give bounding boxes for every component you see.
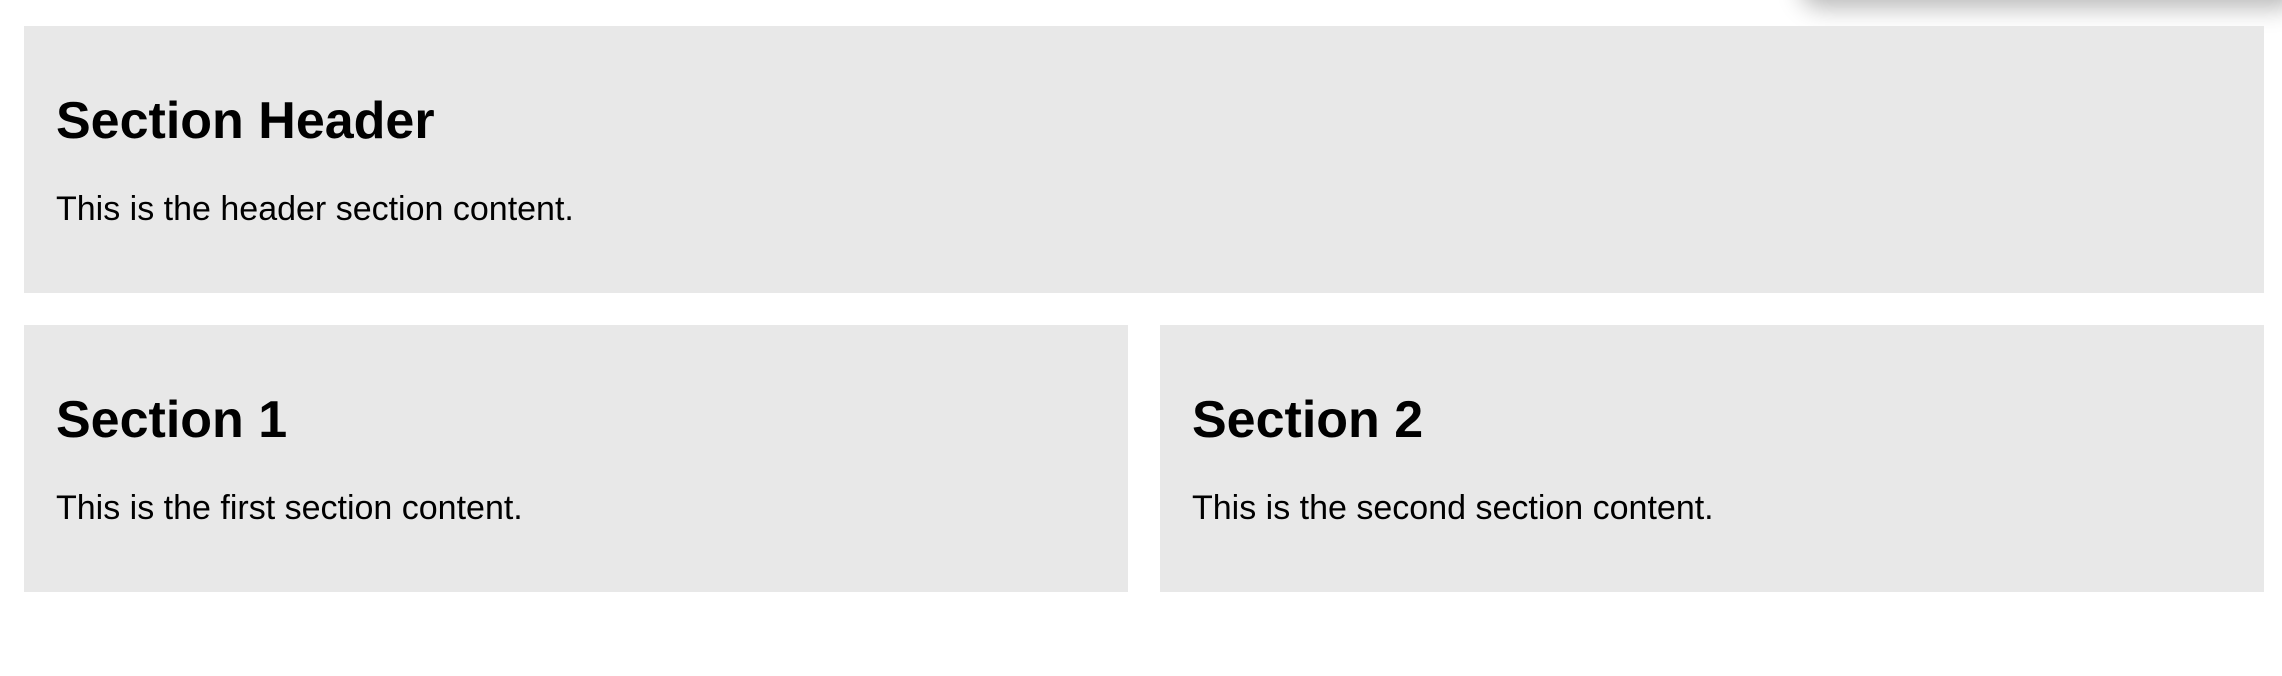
section-1-title: Section 1	[56, 391, 288, 449]
header-section-title: Section Header	[56, 92, 435, 150]
section-2-title: Section 2	[1192, 391, 1424, 449]
page: Section Header This is the header sectio…	[0, 0, 2282, 676]
section-2-content: This is the second section content.	[1192, 489, 1714, 527]
header-section: Section Header This is the header sectio…	[24, 26, 2264, 293]
section-2: Section 2 This is the second section con…	[1160, 325, 2264, 592]
header-section-content: This is the header section content.	[56, 190, 574, 228]
section-1-content: This is the first section content.	[56, 489, 523, 527]
section-1: Section 1 This is the first section cont…	[24, 325, 1128, 592]
